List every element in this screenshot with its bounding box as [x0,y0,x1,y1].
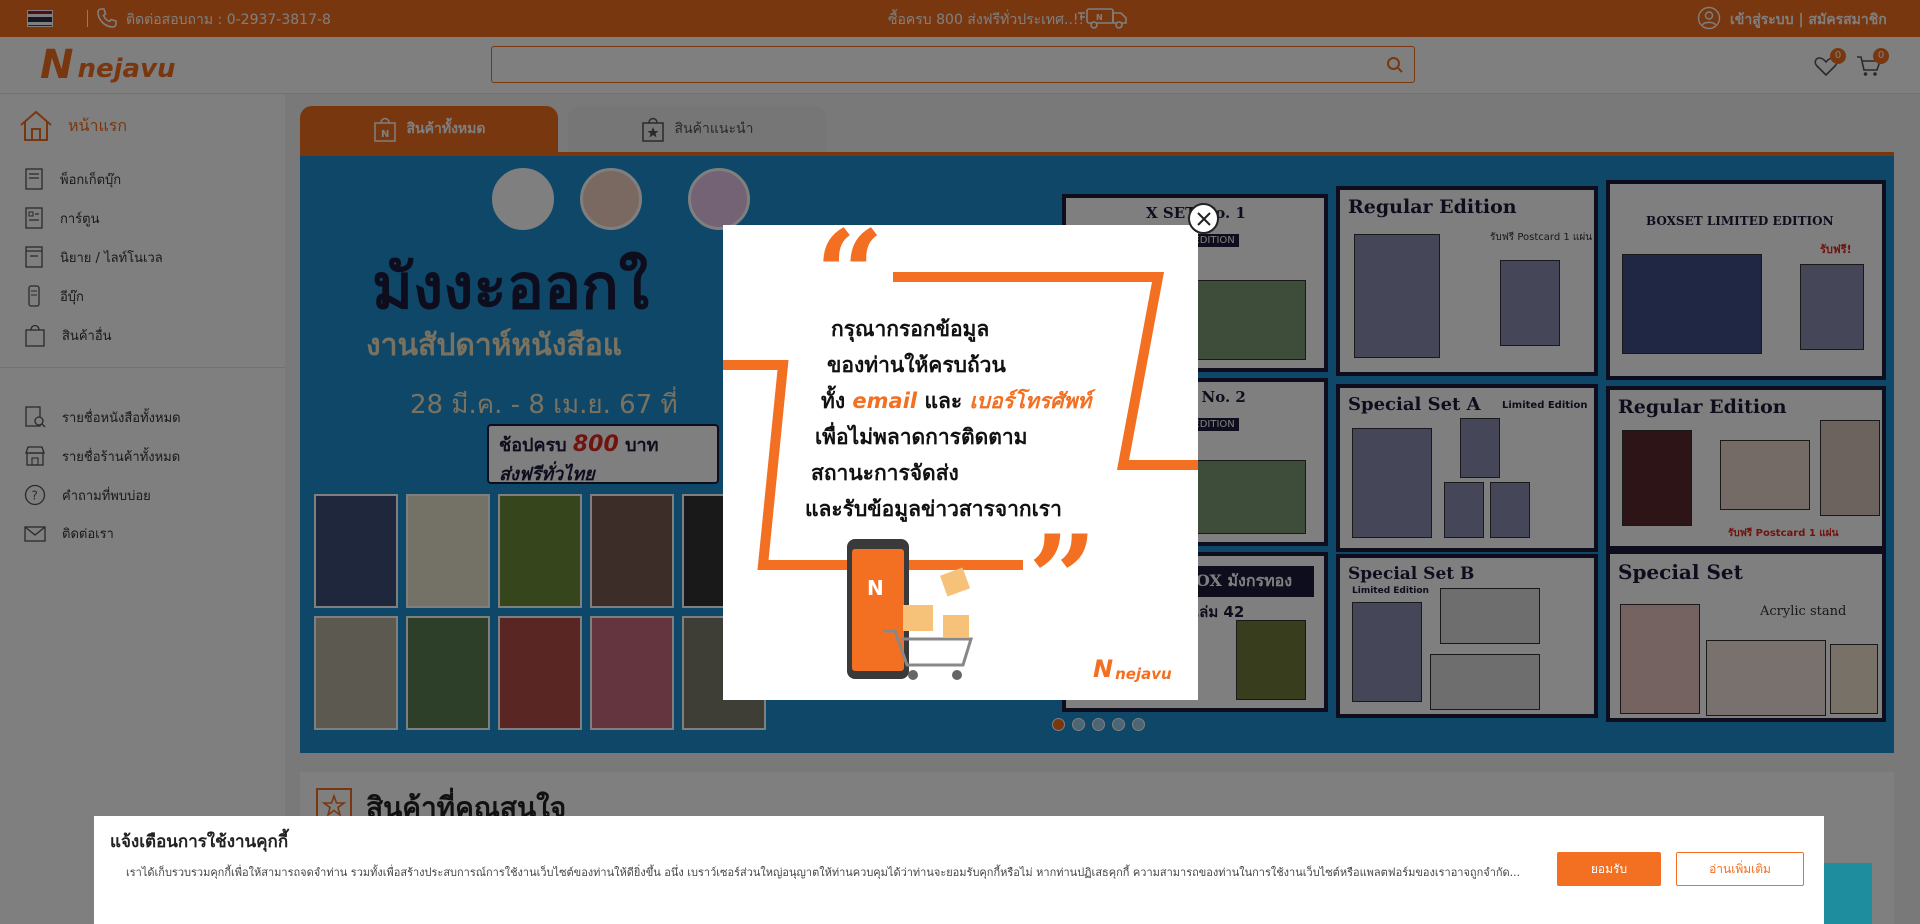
cookie-title: แจ้งเตือนการใช้งานคุกกี้ [110,832,289,852]
modal-close-button[interactable] [1188,203,1219,234]
cookie-text: เราได้เก็บรวบรวมคุกกี้เพื่อให้สามารถจดจำ… [126,866,1521,879]
modal-line: ของท่านให้ครบถ้วน [827,353,1006,377]
svg-text:N: N [867,576,884,600]
modal-text: และ [924,389,963,413]
modal-line: กรุณากรอกข้อมูล [831,317,990,341]
cookie-accept-button[interactable]: ยอมรับ [1557,852,1661,886]
close-icon [1196,211,1211,226]
modal-email-text: email [852,389,918,413]
modal-message: กรุณากรอกข้อมูล ของท่านให้ครบถ้วน ทั้ง e… [805,311,1125,527]
phone-cart-illustration-icon: N [847,539,974,680]
cookie-read-more-button[interactable]: อ่านเพิ่มเติม [1676,852,1804,886]
floating-promo-chip[interactable] [1822,863,1872,924]
modal-logo: N nejavu [1093,655,1172,683]
modal-logo-word: nejavu [1115,665,1172,683]
info-modal: “ กรุณากรอกข้อมูล ของท่านให้ครบถ้วน ทั้ง… [723,225,1198,700]
modal-text: ทั้ง [821,389,846,413]
close-quote-icon: ” [1028,509,1098,650]
modal-line: ทั้ง email และ เบอร์โทรศัพท์ [805,383,1125,419]
cookie-consent-banner: แจ้งเตือนการใช้งานคุกกี้ เราได้เก็บรวบรว… [94,816,1824,924]
modal-logo-mark: N [1093,655,1114,683]
modal-phone-text: เบอร์โทรศัพท์ [969,389,1092,413]
modal-line: สถานะการจัดส่ง [811,461,959,485]
modal-line: เพื่อไม่พลาดการติดตาม [815,425,1028,449]
